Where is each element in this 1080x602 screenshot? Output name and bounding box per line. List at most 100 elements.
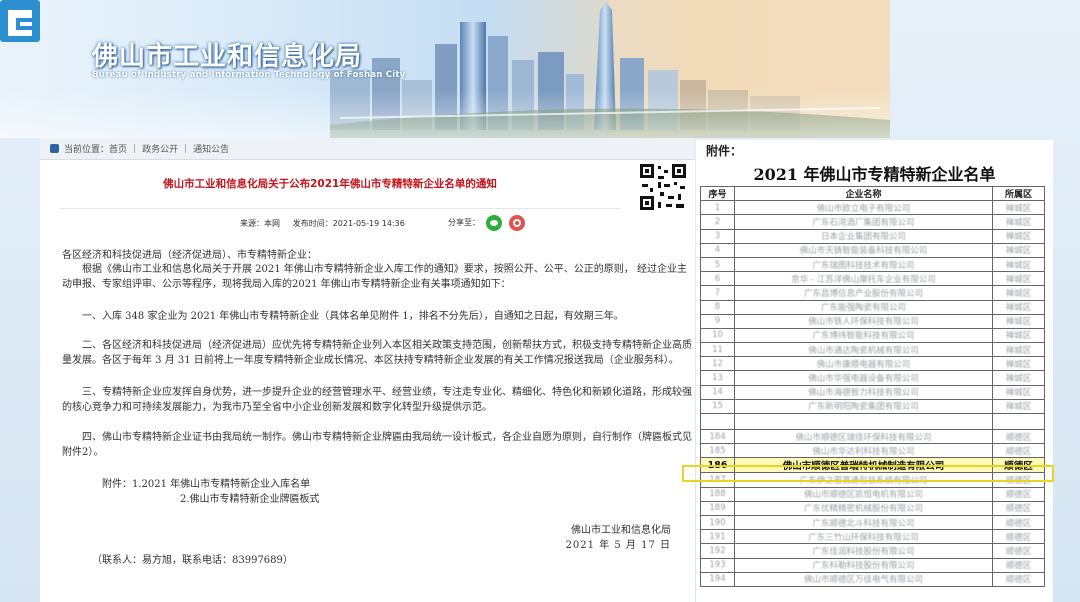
breadcrumb-notices[interactable]: 通知公告	[193, 142, 229, 155]
cell-name: 广东优精精密机械股份有限公司	[734, 500, 993, 516]
cell-district: 顺德区	[992, 543, 1045, 559]
cell-district: 禅城区	[992, 398, 1045, 415]
cell-district: 顺德区	[992, 472, 1045, 488]
title-divider	[60, 208, 620, 209]
cell-no: 192	[700, 543, 735, 559]
cell-no: 10	[700, 327, 735, 344]
table-gap-row	[700, 413, 1045, 430]
table-row: 6 京华 - 江苏洋佛山摩托车企业有限公司 禅城区	[700, 271, 1045, 287]
table-row: 15 广东新明阳陶瓷集团有限公司 禅城区	[700, 398, 1045, 415]
article-meta: 来源：本网 发布时间：2021-05-19 14:36	[240, 218, 405, 229]
cell-no: 7	[700, 285, 735, 301]
table-row: 12 佛山市康顺电器有限公司 禅城区	[700, 356, 1045, 372]
table-row: 192 广东佳润科技股份有限公司 顺德区	[700, 543, 1045, 559]
cell-district: 禅城区	[992, 214, 1045, 230]
list-attachment-label: 附件：	[706, 144, 743, 158]
cell-no: 189	[700, 500, 735, 516]
table-row: 14 佛山市海德智力科技有限公司 禅城区	[700, 384, 1045, 400]
table-row: 188 佛山市顺德区凯恒电机有限公司 顺德区	[700, 486, 1045, 502]
breadcrumb-gov-affairs[interactable]: 政务公开	[142, 142, 178, 155]
enterprise-table: 序号 企业名称 所属区 1 佛山市欧立电子有限公司 禅城区 2 广东石湾酒厂集团有限公司…	[700, 185, 1045, 587]
cell-district: 禅城区	[992, 256, 1045, 273]
cell-no: 11	[700, 342, 735, 358]
breadcrumb-prefix: 当前位置：	[64, 145, 110, 155]
cell-no: 13	[700, 370, 735, 386]
table-row: 190 广东顺德北斗科技有限公司 顺德区	[700, 514, 1045, 531]
table-row: 8 广东能强陶瓷有限公司 禅城区	[700, 299, 1045, 315]
cell-name: 佛山市华强电器设备有限公司	[734, 370, 993, 386]
table-row: 10 广东博纬智能科技有限公司 禅城区	[700, 327, 1045, 344]
article-published: 发布时间：2021-05-19 14:36	[292, 219, 405, 228]
column-header-district: 所属区	[992, 185, 1045, 202]
cell-name: 佛山市海德智力科技有限公司	[734, 384, 993, 400]
cell-no: 12	[700, 356, 735, 372]
cell-name: 佛山市华达利科技有限公司	[734, 443, 993, 459]
cell-name: 佛山市天铸智能装备科技有限公司	[734, 242, 993, 258]
cell-no: 184	[700, 428, 735, 445]
table-row: 13 佛山市华强电器设备有限公司 禅城区	[700, 370, 1045, 386]
table-row: 187 广东伊之密高速包装系统有限公司 顺德区	[700, 472, 1045, 488]
cell-no: 3	[700, 228, 735, 244]
cell-name: 广东顺德北斗科技有限公司	[734, 514, 993, 531]
cell-district: 顺德区	[992, 500, 1045, 516]
table-row: 9 佛山市铁人环保科技有限公司 禅城区	[700, 313, 1045, 329]
cell-name: 广东昌博信息产业股份有限公司	[734, 285, 993, 301]
table-row: 11 佛山市通达陶瓷机械有限公司 禅城区	[700, 342, 1045, 358]
attachment-2-link[interactable]: 2.佛山市专精特新企业牌匾板式	[180, 490, 320, 505]
cell-district: 顺德区	[992, 443, 1045, 459]
cell-name: 广东新明阳陶瓷集团有限公司	[734, 398, 993, 415]
cell-name: 京华 - 江苏洋佛山摩托车企业有限公司	[734, 271, 993, 287]
column-header-no: 序号	[700, 185, 735, 202]
site-banner: 佛山市工业和信息化局 Bureau of Industry and Inform…	[0, 0, 890, 138]
cell-no: 185	[700, 443, 735, 459]
signature-org: 佛山市工业和信息化局	[571, 525, 671, 536]
cell-name: 广东科勒科技股份有限公司	[734, 557, 993, 573]
cell-name: 佛山市顺德区瑞佳环保科技有限公司	[734, 428, 993, 445]
article-greeting: 各区经济和科技促进局（经济促进局）、市专精特新企业：	[62, 250, 317, 261]
cell-no: 8	[700, 299, 735, 315]
cell-no: 194	[700, 571, 735, 587]
cell-name: 佛山市顺德区万佳电气有限公司	[734, 571, 993, 587]
cell-district: 禅城区	[992, 228, 1045, 244]
article-title: 佛山市工业和信息化局关于公布2021年佛山市专精特新企业名单的通知	[163, 178, 497, 190]
site-subtitle: Bureau of Industry and Information Techn…	[92, 70, 406, 80]
article-intro: 根据《佛山市工业和信息化局关于开展 2021 年佛山市专精特新企业入库工作的通知…	[62, 264, 687, 290]
cell-district: 禅城区	[992, 200, 1045, 216]
site-title[interactable]: 佛山市工业和信息化局	[92, 36, 362, 73]
cell-no: 191	[700, 529, 735, 545]
location-icon	[50, 144, 59, 153]
signature-date: 2021 年 5 月 17 日	[565, 540, 671, 551]
cell-no: 186	[700, 457, 735, 474]
table-row: 5 广东瑞图科技技术有限公司 禅城区	[700, 256, 1045, 273]
table-row: 189 广东优精精密机械股份有限公司 顺德区	[700, 500, 1045, 516]
cell-no: 1	[700, 200, 735, 216]
attachment-1-link[interactable]: 附件：1.2021 年佛山市专精特新企业入库名单	[102, 475, 310, 490]
bureau-logo-icon	[0, 0, 40, 42]
cell-no: 4	[700, 242, 735, 258]
cell-name: 广东能强陶瓷有限公司	[734, 299, 993, 315]
cell-name: 佛山市顺德区普瑞特机械制造有限公司	[734, 457, 993, 474]
table-row: 2 广东石湾酒厂集团有限公司 禅城区	[700, 214, 1045, 230]
wechat-share-icon[interactable]	[486, 215, 502, 231]
list-title: 2021 年佛山市专精特新企业名单	[753, 165, 996, 184]
cell-district: 禅城区	[992, 342, 1045, 358]
cell-name: 佛山市康顺电器有限公司	[734, 356, 993, 372]
table-row: 185 佛山市华达利科技有限公司 顺德区	[700, 443, 1045, 459]
cell-name: 广东石湾酒厂集团有限公司	[734, 214, 993, 230]
breadcrumb-separator: |	[184, 143, 188, 154]
cell-district: 禅城区	[992, 384, 1045, 400]
table-row: 194 佛山市顺德区万佳电气有限公司 顺德区	[700, 571, 1045, 587]
weibo-share-icon[interactable]	[509, 215, 525, 231]
cell-name: 广东博纬智能科技有限公司	[734, 327, 993, 344]
share-label: 分享至：	[448, 218, 480, 227]
cell-district: 顺德区	[992, 457, 1045, 474]
cell-district: 顺德区	[992, 514, 1045, 531]
cell-no: 2	[700, 214, 735, 230]
table-row: 193 广东科勒科技股份有限公司 顺德区	[700, 557, 1045, 573]
cell-no: 193	[700, 557, 735, 573]
cell-district: 顺德区	[992, 486, 1045, 502]
breadcrumb-home[interactable]: 首页	[109, 142, 127, 155]
cell-name: 日本企业集团有限公司	[734, 228, 993, 244]
cell-name: 广东伊之密高速包装系统有限公司	[734, 472, 993, 488]
table-header-row: 序号 企业名称 所属区	[700, 185, 1045, 202]
